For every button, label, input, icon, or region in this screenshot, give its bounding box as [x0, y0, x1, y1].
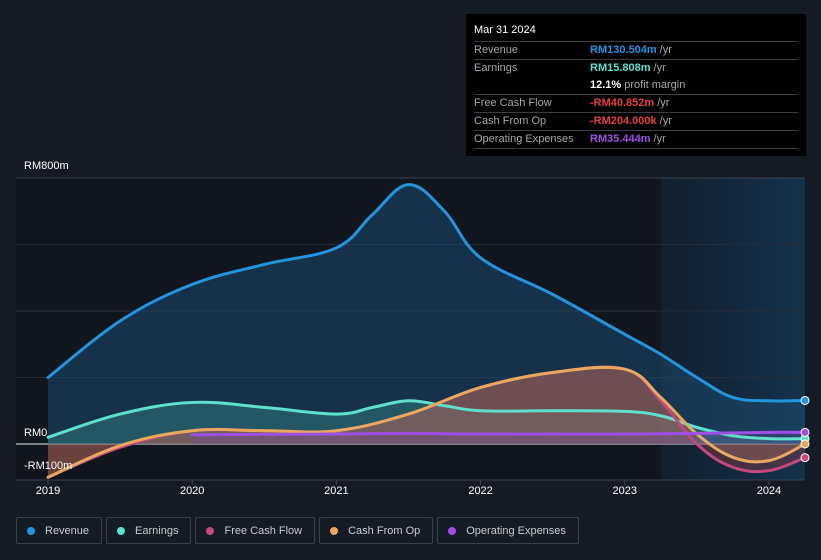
- legend-item-operating-expenses[interactable]: Operating Expenses: [437, 517, 579, 544]
- tooltip-row-cash-from-op: Cash From Op -RM204.000k /yr: [474, 113, 798, 131]
- legend-label: Cash From Op: [348, 524, 421, 537]
- chart-legend: Revenue Earnings Free Cash Flow Cash Fro…: [16, 517, 579, 544]
- tooltip-label: Revenue: [474, 44, 519, 56]
- tooltip-label: Earnings: [474, 62, 518, 74]
- tooltip-value: RM35.444m: [590, 133, 651, 145]
- tooltip-value: -RM204.000k: [590, 115, 657, 127]
- tooltip-label: Free Cash Flow: [474, 97, 552, 109]
- legend-label: Revenue: [45, 524, 90, 537]
- legend-dot-icon: [27, 526, 35, 535]
- x-tick-label: 2024: [756, 485, 782, 497]
- tooltip-row-profit-margin: 12.1% profit margin: [474, 77, 798, 95]
- x-tick-label: 2020: [179, 485, 205, 497]
- tooltip-unit: /yr: [659, 44, 672, 56]
- endpoint-cash-from-op[interactable]: [800, 439, 810, 449]
- tooltip-row-revenue: Revenue RM130.504m /yr: [474, 42, 798, 60]
- tooltip-unit: profit margin: [624, 79, 686, 91]
- legend-item-free-cash-flow[interactable]: Free Cash Flow: [195, 517, 316, 544]
- tooltip-unit: /yr: [659, 115, 672, 127]
- x-tick-label: 2019: [35, 485, 61, 497]
- tooltip-label: Operating Expenses: [474, 133, 574, 145]
- tooltip-unit: /yr: [657, 97, 670, 109]
- tooltip-label: [474, 77, 590, 94]
- tooltip-value: -RM40.852m: [590, 97, 655, 109]
- tooltip-label: Cash From Op: [474, 115, 547, 127]
- endpoint-revenue[interactable]: [800, 395, 810, 405]
- legend-item-cash-from-op[interactable]: Cash From Op: [319, 517, 434, 544]
- tooltip-value: RM15.808m: [590, 62, 651, 74]
- y-tick-label-top: RM800m: [24, 160, 69, 172]
- legend-dot-icon: [448, 526, 457, 535]
- x-tick-label: 2021: [324, 485, 349, 497]
- tooltip-row-earnings: Earnings RM15.808m /yr: [474, 60, 798, 77]
- x-tick-label: 2022: [468, 485, 493, 497]
- endpoint-operating-expenses[interactable]: [800, 427, 810, 437]
- legend-label: Free Cash Flow: [224, 524, 303, 537]
- legend-item-revenue[interactable]: Revenue: [16, 517, 103, 544]
- tooltip-unit: /yr: [653, 62, 666, 74]
- tooltip-value: RM130.504m: [590, 44, 657, 56]
- legend-dot-icon: [206, 526, 215, 535]
- x-tick-label: 2023: [612, 485, 637, 497]
- legend-label: Operating Expenses: [466, 524, 566, 537]
- y-tick-label-zero: RM0: [24, 427, 48, 439]
- tooltip-panel: Mar 31 2024 Revenue RM130.504m /yr Earni…: [466, 14, 806, 156]
- legend-label: Earnings: [135, 524, 179, 537]
- legend-item-earnings[interactable]: Earnings: [106, 517, 192, 544]
- y-tick-label-bottom: -RM100m: [24, 460, 73, 472]
- tooltip-row-free-cash-flow: Free Cash Flow -RM40.852m /yr: [474, 95, 798, 113]
- tooltip-date: Mar 31 2024: [474, 24, 798, 42]
- tooltip-row-operating-expenses: Operating Expenses RM35.444m /yr: [474, 131, 798, 149]
- endpoint-free-cash-flow[interactable]: [800, 453, 810, 463]
- tooltip-value: 12.1%: [590, 79, 622, 91]
- legend-dot-icon: [330, 526, 339, 535]
- legend-dot-icon: [117, 526, 126, 535]
- tooltip-unit: /yr: [653, 133, 666, 145]
